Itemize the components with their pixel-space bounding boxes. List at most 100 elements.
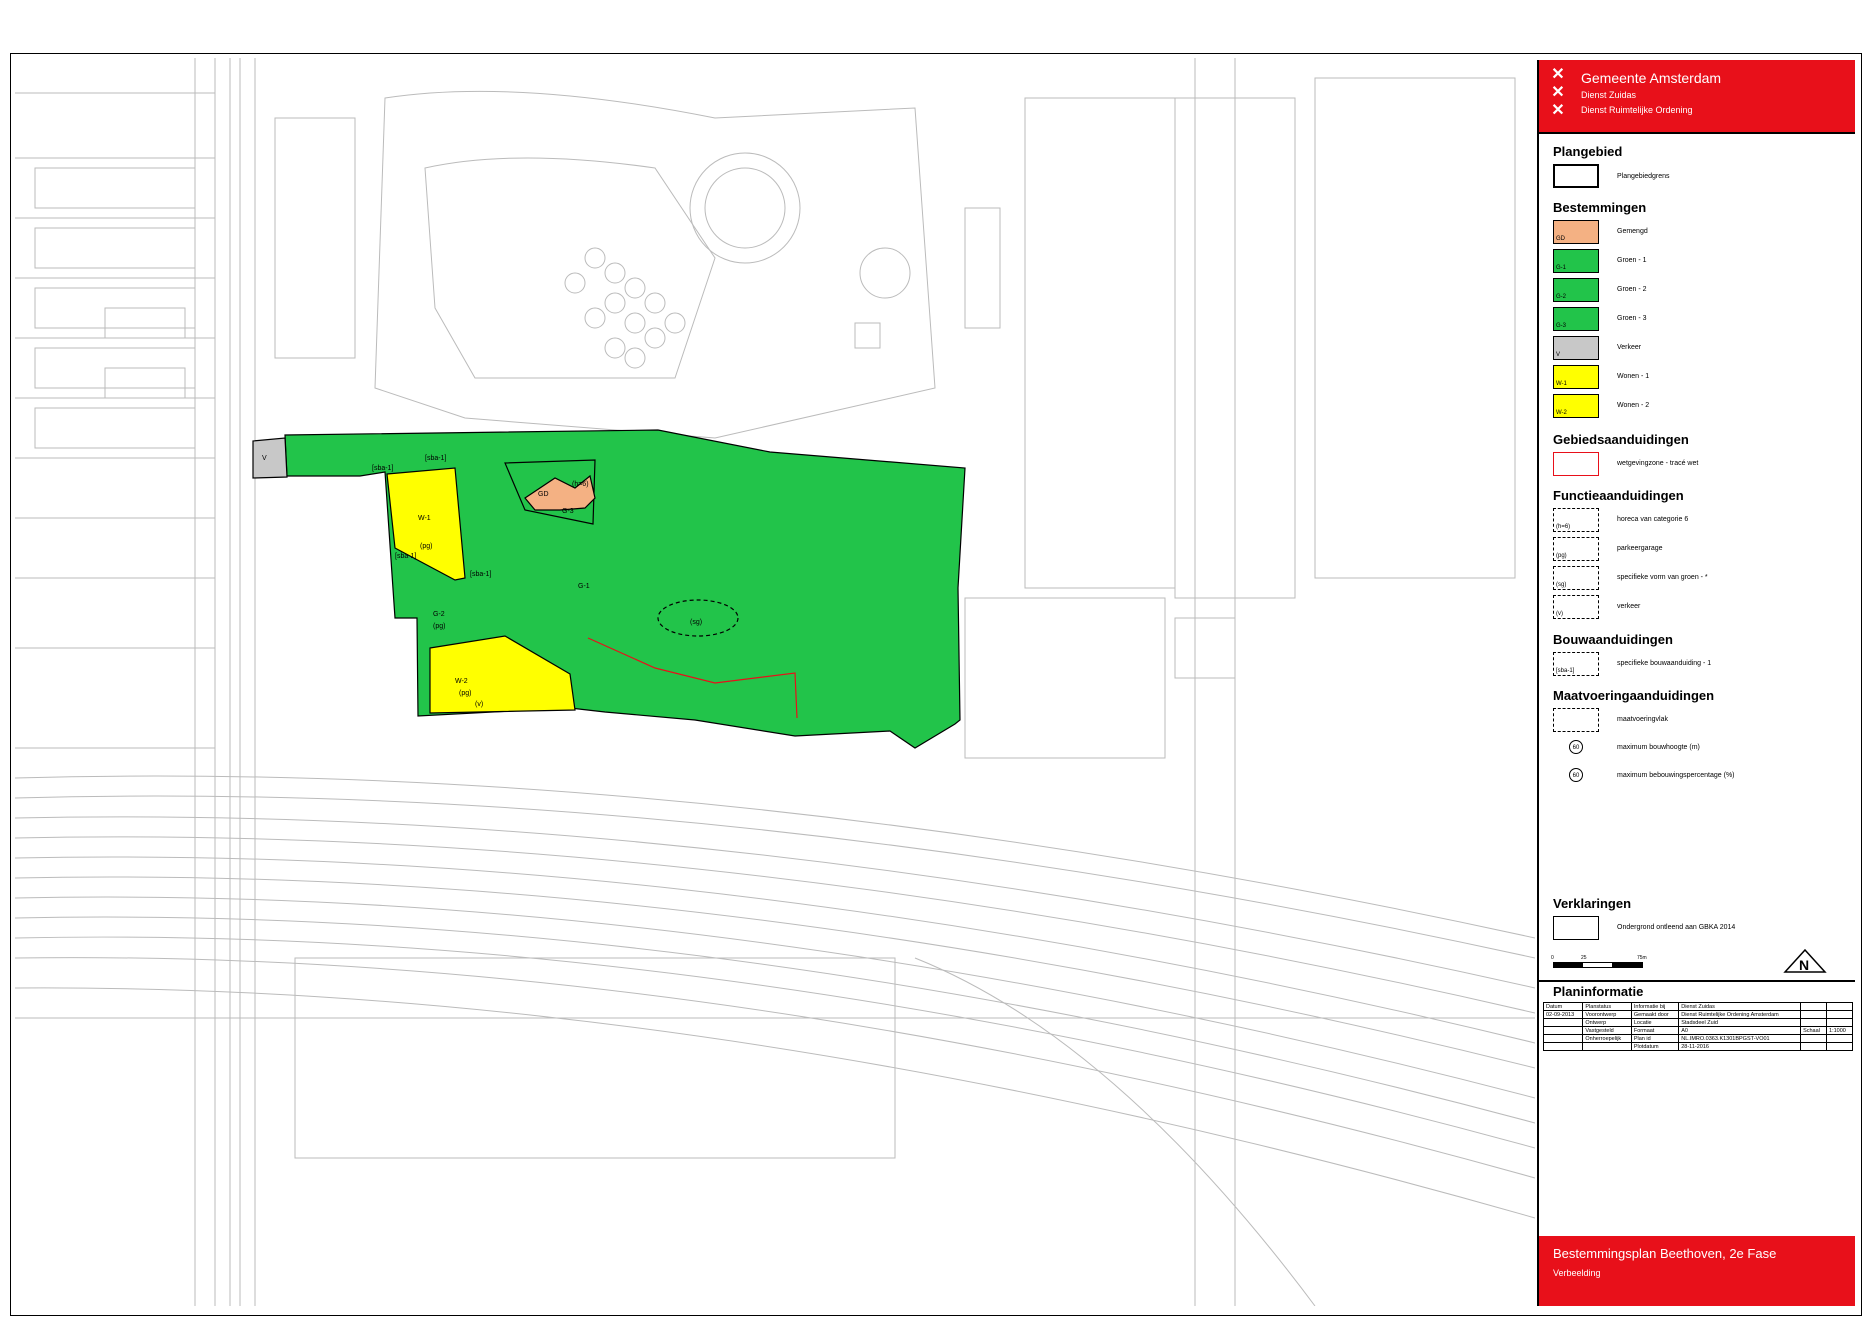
info-row: Onherroepelijk Plan id NL.IMRO.0363.K1301B… xyxy=(1542,1034,1853,1043)
swatch-maatvoeringvlak xyxy=(1553,708,1599,732)
swatch-specifieke-groen: (sg) xyxy=(1553,566,1599,590)
swatch-ondergrond xyxy=(1553,916,1599,940)
swatch-groen-3: G-3 xyxy=(1553,307,1599,331)
info-cell: Plan id xyxy=(1630,1034,1680,1043)
swatch-gemengd: GD xyxy=(1553,220,1599,244)
swatch-verkeer: V xyxy=(1553,336,1599,360)
info-cell: Schaal xyxy=(1800,1026,1828,1035)
north-arrow-icon: N xyxy=(1783,948,1827,973)
dept-ro: Dienst Ruimtelijke Ordening xyxy=(1581,105,1693,115)
info-cell xyxy=(1826,1018,1853,1027)
divider xyxy=(1539,980,1855,982)
legend-label: Groen - 3 xyxy=(1617,315,1647,322)
info-cell xyxy=(1800,1002,1828,1011)
plan-subtitle: Verbeelding xyxy=(1553,1268,1601,1278)
info-row: Ontwerp Locatie Stadsdeel Zuid xyxy=(1542,1018,1853,1027)
label-g1: G-1 xyxy=(578,583,590,590)
scale-tick: 0 xyxy=(1551,955,1554,961)
legend-label: Wonen - 1 xyxy=(1617,373,1650,380)
info-cell xyxy=(1826,1002,1853,1011)
info-cell xyxy=(1542,1026,1584,1035)
info-row: 02-09-2013 Voorontwerp Gemaakt door Dienst … xyxy=(1542,1010,1853,1019)
section-title-maatvoering: Maatvoeringaanduidingen xyxy=(1553,688,1715,703)
legend-label: Plangebiedgrens xyxy=(1617,173,1670,180)
section-title-gebiedsaanduidingen: Gebiedsaanduidingen xyxy=(1553,432,1689,447)
amsterdam-cross-icon: ✕ xyxy=(1551,102,1565,119)
legend-label: maximum bouwhoogte (m) xyxy=(1617,744,1700,751)
legend-label: Ondergrond ontleend aan GBKA 2014 xyxy=(1617,924,1736,931)
scale-tick: 75m xyxy=(1637,955,1647,961)
section-title-verklaringen: Verklaringen xyxy=(1553,896,1632,911)
zone-verkeer xyxy=(252,437,288,479)
swatch-verkeer-func: (v) xyxy=(1553,595,1599,619)
info-cell xyxy=(1800,1018,1828,1027)
scale-bar xyxy=(1553,962,1643,968)
legend-label: maatvoeringvlak xyxy=(1617,716,1668,723)
info-cell xyxy=(1826,1010,1853,1019)
amsterdam-cross-icon: ✕ xyxy=(1551,66,1565,83)
swatch-wonen-2: W-2 xyxy=(1553,394,1599,418)
label-sba1a: [sba-1] xyxy=(372,465,393,472)
legend-label: Groen - 2 xyxy=(1617,286,1647,293)
legend-panel: ✕ ✕ ✕ Gemeente Amsterdam Dienst Zuidas D… xyxy=(1537,60,1855,1306)
legend-label: Gemengd xyxy=(1617,228,1648,235)
info-cell: Locatie xyxy=(1630,1018,1680,1027)
label-sba1c: [sba-1] xyxy=(395,553,416,560)
legend-label: horeca van categorie 6 xyxy=(1617,516,1689,523)
plan-title: Bestemmingsplan Beethoven, 2e Fase xyxy=(1553,1246,1777,1261)
info-cell: Dienst Ruimtelijke Ordening Amsterdam xyxy=(1678,1010,1802,1019)
info-row: Vastgesteld Formaat A0 Schaal 1:1000 xyxy=(1542,1026,1853,1035)
legend-label: specifieke vorm van groen - * xyxy=(1617,574,1708,581)
plan-title-block: Bestemmingsplan Beethoven, 2e Fase Verbe… xyxy=(1539,1236,1855,1306)
info-cell xyxy=(1542,1034,1584,1043)
label-gd: GD xyxy=(538,491,549,498)
planinformatie-title: Planinformatie xyxy=(1553,984,1644,999)
info-cell: 02-09-2013 xyxy=(1542,1010,1584,1019)
swatch-plangebiedgrens xyxy=(1553,164,1599,188)
info-cell: Informatie bij xyxy=(1630,1002,1680,1011)
section-title-bestemmingen: Bestemmingen xyxy=(1553,200,1647,215)
zoning-map[interactable]: V W-1 (pg) GD (h=6) G-3 G-1 G-2 (pg) (sg… xyxy=(15,58,1535,1306)
swatch-sba: [sba-1] xyxy=(1553,652,1599,676)
dept-zuidas: Dienst Zuidas xyxy=(1581,90,1637,100)
info-cell: Onherroepelijk xyxy=(1582,1034,1632,1043)
legend-label: parkeergarage xyxy=(1617,545,1663,552)
info-cell xyxy=(1826,1042,1853,1051)
municipality-header: ✕ ✕ ✕ Gemeente Amsterdam Dienst Zuidas D… xyxy=(1539,60,1855,132)
info-cell xyxy=(1542,1018,1584,1027)
info-cell: Datum xyxy=(1542,1002,1584,1011)
swatch-wonen-1: W-1 xyxy=(1553,365,1599,389)
label-w2-pg: (pg) xyxy=(459,690,471,697)
label-g3: G-3 xyxy=(562,508,574,515)
legend-label: Wonen - 2 xyxy=(1617,402,1650,409)
section-title-plangebied: Plangebied xyxy=(1553,144,1623,159)
info-cell xyxy=(1800,1034,1828,1043)
legend-label: verkeer xyxy=(1617,603,1641,610)
info-cell: Formaat xyxy=(1630,1026,1680,1035)
swatch-groen-1: G-1 xyxy=(1553,249,1599,273)
percentage-symbol-icon: 60 xyxy=(1569,768,1583,782)
info-cell xyxy=(1800,1010,1828,1019)
org-name: Gemeente Amsterdam xyxy=(1581,70,1722,86)
info-cell: 28-11-2016 xyxy=(1678,1042,1802,1051)
label-w2: W-2 xyxy=(455,678,468,685)
info-cell: A0 xyxy=(1678,1026,1802,1035)
info-cell: Stadsdeel Zuid xyxy=(1678,1018,1802,1027)
swatch-parkeergarage: (pg) xyxy=(1553,537,1599,561)
info-cell: 1:1000 xyxy=(1826,1026,1853,1035)
label-g2-pg: (pg) xyxy=(433,623,445,630)
label-w1: W-1 xyxy=(418,515,431,522)
legend-label: wetgevingzone - tracé wet xyxy=(1617,460,1699,467)
info-cell: NL.IMRO.0363.K1301BPGST-VO01 xyxy=(1678,1034,1802,1043)
section-title-bouwaanduidingen: Bouwaanduidingen xyxy=(1553,632,1673,647)
label-g2: G-2 xyxy=(433,611,445,618)
info-cell xyxy=(1826,1034,1853,1043)
label-v: V xyxy=(262,455,267,462)
swatch-groen-2: G-2 xyxy=(1553,278,1599,302)
amsterdam-cross-icon: ✕ xyxy=(1551,84,1565,101)
legend-label: Verkeer xyxy=(1617,344,1642,351)
legend-label: specifieke bouwaanduiding - 1 xyxy=(1617,660,1712,667)
label-h6: (h=6) xyxy=(572,481,589,488)
info-cell: Planstatus xyxy=(1582,1002,1632,1011)
info-cell: Voorontwerp xyxy=(1582,1010,1632,1019)
